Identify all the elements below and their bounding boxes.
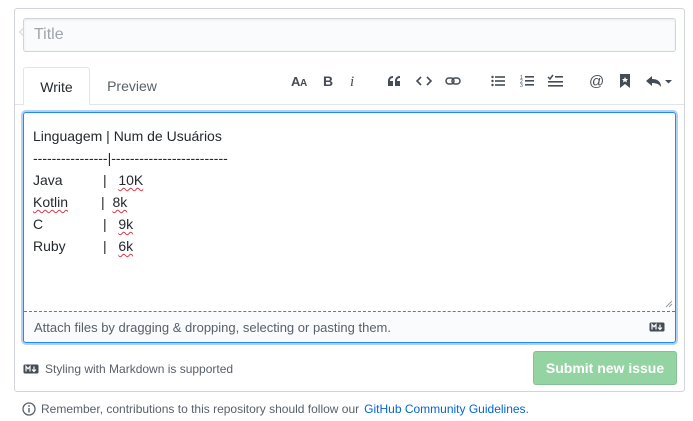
numbered-list-icon[interactable]: 123 — [517, 71, 537, 91]
bulleted-list-icon[interactable] — [488, 71, 508, 91]
line-sep: | — [103, 172, 119, 188]
community-guidelines-link[interactable]: GitHub Community Guidelines — [364, 402, 525, 416]
comment-textarea[interactable]: Linguagem | Num de Usuários -------------… — [23, 112, 676, 343]
submit-issue-button[interactable]: Submit new issue — [533, 351, 677, 385]
svg-text:3: 3 — [520, 83, 523, 88]
line-lang: Ruby — [33, 238, 66, 254]
markdown-icon — [649, 322, 665, 332]
line-lang: Kotlin — [33, 194, 69, 210]
svg-text:i: i — [350, 74, 354, 88]
line-value: 10K — [118, 172, 144, 188]
line-value: 8k — [112, 194, 128, 210]
svg-text:@: @ — [589, 73, 604, 89]
line-sep: | — [101, 194, 113, 210]
markdown-note[interactable]: Styling with Markdown is supported — [23, 362, 233, 376]
link-icon[interactable] — [443, 71, 463, 91]
line-value: 9k — [118, 216, 134, 232]
svg-text:A: A — [300, 78, 307, 88]
tab-write-label: Write — [40, 78, 73, 95]
bold-icon[interactable]: B — [318, 71, 338, 91]
markdown-note-text: Styling with Markdown is supported — [45, 362, 234, 376]
editor-line: C | 9k — [33, 213, 228, 235]
tab-preview[interactable]: Preview — [97, 67, 167, 105]
editor-line: Kotlin | 8k — [33, 191, 228, 213]
footer-text: Remember, contributions to this reposito… — [41, 402, 360, 416]
editor-line: Java | 10K — [33, 169, 228, 191]
line-lang: Java — [33, 172, 63, 188]
title-input[interactable] — [23, 18, 676, 52]
editor-content[interactable]: Linguagem | Num de Usuários -------------… — [33, 125, 228, 257]
tab-preview-label: Preview — [107, 78, 157, 94]
attach-files-bar[interactable]: Attach files by dragging & dropping, sel… — [24, 311, 675, 342]
editor-line: Ruby | 6k — [33, 235, 228, 257]
footer-suffix: . — [525, 402, 529, 416]
line-lang: C — [33, 216, 44, 232]
line-value: 6k — [118, 238, 134, 254]
markdown-icon — [23, 364, 39, 374]
editor-line: ----------------|-----------------------… — [33, 150, 228, 166]
new-issue-form: Write Preview AA B i 123 @ Linguagem | N… — [14, 8, 685, 392]
info-icon — [22, 402, 36, 416]
task-list-icon[interactable] — [545, 71, 565, 91]
contribution-note: Remember, contributions to this reposito… — [22, 402, 529, 416]
line-sep: | — [103, 238, 119, 254]
editor-line: Linguagem | Num de Usuários — [33, 128, 222, 144]
saved-reply-icon[interactable] — [615, 71, 635, 91]
quote-icon[interactable] — [384, 71, 404, 91]
reply-icon[interactable] — [643, 71, 675, 91]
tab-write[interactable]: Write — [23, 67, 90, 105]
attach-files-text: Attach files by dragging & dropping, sel… — [34, 320, 391, 335]
line-sep: | — [103, 216, 119, 232]
text-size-icon[interactable]: AA — [290, 71, 310, 91]
svg-text:B: B — [323, 74, 333, 88]
code-icon[interactable] — [414, 71, 434, 91]
italic-icon[interactable]: i — [343, 71, 363, 91]
resize-handle-icon[interactable] — [665, 300, 673, 308]
mention-icon[interactable]: @ — [587, 71, 607, 91]
